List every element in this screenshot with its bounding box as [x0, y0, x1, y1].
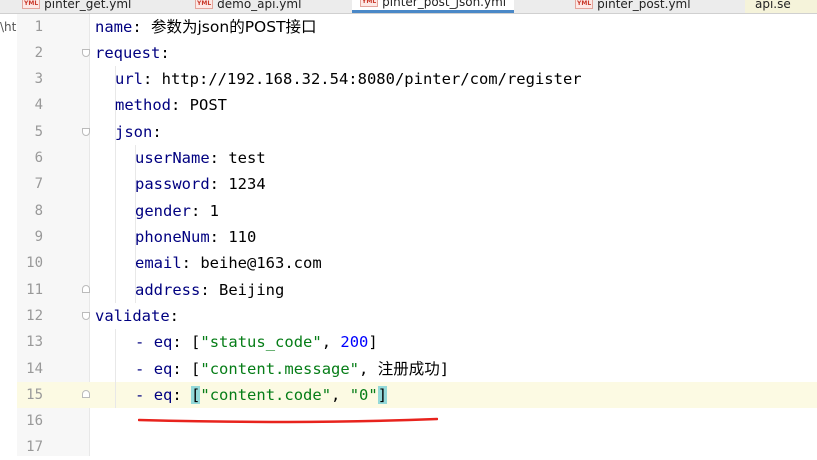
line-number: 14	[26, 361, 43, 377]
yaml-value: test	[228, 149, 266, 167]
yaml-key: request	[95, 44, 161, 62]
yaml-number: 200	[340, 333, 369, 351]
code-line-12[interactable]: validate:	[91, 303, 817, 329]
code-line-8[interactable]: gender: 1	[91, 198, 817, 224]
yaml-key: eq	[153, 386, 173, 404]
yml-file-icon: YML	[22, 0, 41, 9]
yaml-key: eq	[153, 360, 173, 378]
fold-toggle-icon[interactable]	[82, 49, 90, 57]
yaml-string: "content.message"	[200, 360, 360, 378]
code-line-1[interactable]: name: 参数为json的POST接口	[91, 14, 817, 40]
line-number: 7	[34, 176, 43, 192]
yaml-key: phoneNum	[135, 228, 210, 246]
yaml-key: password	[135, 175, 210, 193]
line-number: 12	[26, 308, 43, 324]
code-line-14[interactable]: - eq: ["content.message", 注册成功]	[91, 356, 817, 382]
line-number: 16	[26, 413, 43, 429]
line-number: 4	[34, 97, 43, 113]
line-number: 8	[34, 203, 43, 219]
tab-label: api.se	[755, 0, 791, 11]
line-number: 3	[34, 71, 43, 87]
yml-file-icon: YML	[575, 0, 594, 9]
yaml-value: 1234	[228, 175, 266, 193]
yaml-value: 1	[209, 202, 220, 220]
yaml-value: beihe@163.com	[200, 254, 322, 272]
fold-end-icon[interactable]	[82, 285, 90, 293]
list-dash: -	[135, 386, 145, 404]
yaml-key: name	[95, 18, 133, 36]
yaml-string: "content.code"	[200, 386, 332, 404]
code-line-2[interactable]: request:	[91, 40, 817, 66]
code-line-11[interactable]: address: Beijing	[91, 277, 817, 303]
yaml-value: 参数为json的POST接口	[151, 18, 317, 36]
red-underline-annotation	[138, 417, 438, 424]
code-line-7[interactable]: password: 1234	[91, 171, 817, 197]
fold-end-icon[interactable]	[82, 390, 90, 398]
line-number: 13	[26, 334, 43, 350]
code-line-3[interactable]: url: http://192.168.32.54:8080/pinter/co…	[91, 66, 817, 92]
yaml-value: Beijing	[219, 281, 285, 299]
tab-pinter-get[interactable]: YML pinter_get.yml	[22, 0, 131, 13]
line-number: 17	[26, 439, 43, 455]
yaml-string: "status_code"	[200, 333, 322, 351]
matched-bracket-close: ]	[377, 386, 388, 404]
line-number: 15	[26, 387, 43, 403]
tab-pinter-post-json[interactable]: YML pinter_post_json.yml	[352, 0, 515, 13]
tab-demo-api[interactable]: YML demo_api.yml	[195, 0, 301, 13]
yaml-value: 注册成功	[377, 360, 440, 378]
fold-toggle-icon[interactable]	[82, 128, 90, 136]
tab-label: pinter_post_json.yml	[382, 0, 507, 9]
yaml-key: userName	[135, 149, 210, 167]
line-number: 2	[34, 45, 43, 61]
yaml-value: http://192.168.32.54:8080/pinter/com/reg…	[161, 70, 582, 88]
line-number: 5	[34, 124, 43, 140]
yaml-value: POST	[189, 96, 227, 114]
yaml-key: address	[135, 281, 201, 299]
yaml-key: validate	[95, 307, 170, 325]
code-line-6[interactable]: userName: test	[91, 145, 817, 171]
yaml-key: json	[115, 123, 153, 141]
code-line-17[interactable]	[91, 434, 817, 460]
tab-api-se[interactable]: api.se	[745, 0, 817, 13]
yaml-key: url	[115, 70, 143, 88]
list-dash: -	[135, 333, 145, 351]
matched-bracket-open: [	[191, 386, 201, 404]
line-number: 10	[26, 255, 43, 271]
yml-file-icon: YML	[195, 0, 214, 9]
tab-label: demo_api.yml	[217, 0, 302, 11]
code-line-15[interactable]: - eq: ["content.code", "0"]	[91, 382, 817, 408]
code-line-9[interactable]: phoneNum: 110	[91, 224, 817, 250]
tab-label: pinter_get.yml	[44, 0, 132, 11]
panel-fragment-text: \ht	[0, 20, 17, 34]
line-number: 1	[34, 19, 43, 35]
code-line-10[interactable]: email: beihe@163.com	[91, 250, 817, 276]
code-line-5[interactable]: json:	[91, 119, 817, 145]
tab-pinter-post[interactable]: YML pinter_post.yml	[575, 0, 691, 13]
yml-file-icon: YML	[360, 0, 379, 7]
yaml-key: gender	[135, 202, 191, 220]
tab-label: pinter_post.yml	[597, 0, 691, 11]
yaml-key: method	[115, 96, 171, 114]
yaml-value: 110	[228, 228, 257, 246]
code-line-13[interactable]: - eq: ["status_code", 200]	[91, 329, 817, 355]
editor-tab-bar: YML pinter_get.yml YML demo_api.yml YML …	[0, 0, 817, 14]
code-line-4[interactable]: method: POST	[91, 92, 817, 118]
line-number: 11	[26, 282, 43, 298]
yaml-key: eq	[153, 333, 173, 351]
line-number: 6	[34, 150, 43, 166]
yaml-key: email	[135, 254, 182, 272]
list-dash: -	[135, 360, 145, 378]
yaml-string: "0"	[349, 386, 378, 404]
project-panel-edge: \ht	[0, 14, 17, 456]
line-number: 9	[34, 229, 43, 245]
fold-toggle-icon[interactable]	[82, 312, 90, 320]
